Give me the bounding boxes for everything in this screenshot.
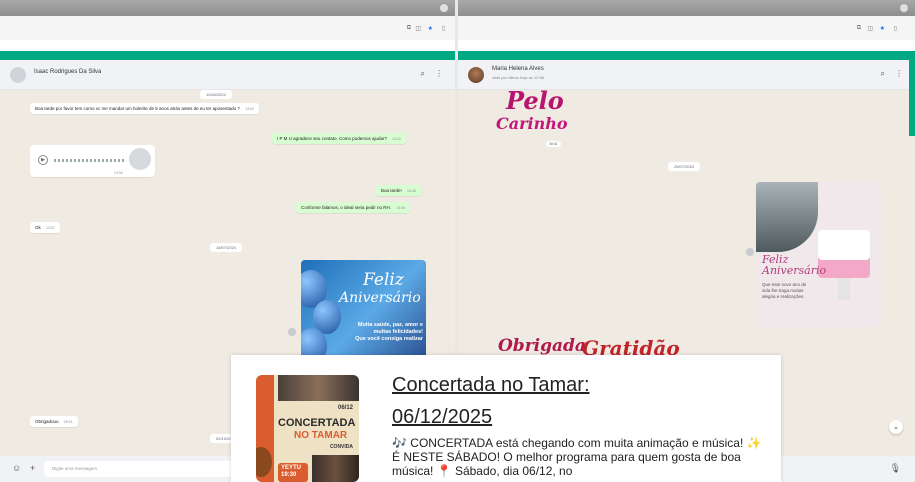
date-chip: 25/07/2024: [668, 162, 701, 171]
link-preview-popup[interactable]: 06/12 CONCERTADA NO TAMAR CONVIDA YEYTU …: [231, 355, 781, 482]
share-icon[interactable]: ⧉: [857, 25, 861, 32]
popup-description: 🎶 CONCERTADA está chegando com muita ani…: [392, 436, 762, 478]
kebab-menu-icon[interactable]: ⋮: [895, 69, 903, 78]
mic-icon[interactable]: 🎙: [890, 463, 901, 474]
sticker-text: Obrigada: [498, 336, 586, 356]
left-accent-bar: [0, 51, 455, 60]
message-time: 13:57: [46, 226, 55, 230]
band-photo: [312, 455, 359, 482]
sidepanel-icon[interactable]: ▯: [442, 25, 445, 32]
image-subtitle: Aniversário: [339, 290, 421, 306]
popup-title[interactable]: Concertada no Tamar: 06/12/2025: [392, 369, 590, 433]
bookmark-star-icon[interactable]: ★: [880, 25, 885, 32]
message-time: 13:02: [245, 107, 254, 111]
message-time: 13:02: [392, 137, 402, 141]
plus-icon[interactable]: +: [30, 463, 35, 473]
message-out[interactable]: Conforme falamos, o ideal seria pedir no…: [296, 202, 411, 213]
message-text: Ok: [35, 225, 41, 230]
message-out[interactable]: Boa tarde! 13:45: [376, 185, 421, 196]
poster-photo: [278, 375, 359, 401]
sender-avatar: [129, 148, 151, 170]
right-toolbar: ⧉ ◫ ★ ▯: [458, 16, 915, 40]
emoji-icon[interactable]: ☺: [12, 463, 21, 473]
event-poster[interactable]: 06/12 CONCERTADA NO TAMAR CONVIDA YEYTU …: [256, 375, 359, 482]
message-text: Boa tarde por favor tem como vc me manda…: [35, 106, 240, 111]
right-titlebar: [458, 0, 915, 16]
sticker-text: Pelo: [506, 86, 564, 115]
date-chip: 16/07/2024: [210, 243, 243, 252]
message-time: 13:45: [396, 206, 406, 210]
contact-avatar[interactable]: [468, 67, 484, 83]
message-in[interactable]: Boa tarde por favor tem como vc me manda…: [30, 103, 259, 114]
birthday-image[interactable]: Feliz Aniversário Muita saúde, paz, amor…: [301, 260, 426, 360]
poster-band: YEYTU 19:30: [278, 463, 308, 482]
message-in[interactable]: Obrigadouu 09:21: [30, 416, 78, 427]
date-chip: 11/06/2024: [200, 90, 232, 99]
left-toolbar: ⧉ ◫ ★ ▯: [0, 16, 455, 40]
window-control-icon[interactable]: [899, 3, 909, 13]
poster-title: CONCERTADA: [278, 417, 356, 429]
message-text: I P M U agradece seu contato. Como podem…: [277, 136, 387, 141]
extension-icon[interactable]: ◫: [415, 25, 421, 32]
poster-invite: CONVIDA: [329, 444, 353, 450]
forward-icon[interactable]: [288, 328, 296, 336]
extension-icon[interactable]: ◫: [867, 25, 873, 32]
message-text: Obrigadouu: [35, 419, 59, 424]
window-control-icon[interactable]: [439, 3, 449, 13]
birthday-cake-image[interactable]: Feliz Aniversário Que este novo ano de v…: [756, 182, 881, 327]
play-icon[interactable]: ▶: [38, 155, 48, 165]
sidepanel-icon[interactable]: ▯: [894, 25, 897, 32]
search-icon[interactable]: ⌕: [421, 69, 425, 79]
image-caption: Muita saúde, paz, amor e muitas felicida…: [355, 322, 423, 342]
message-in[interactable]: Ok 13:57: [30, 222, 60, 233]
search-icon[interactable]: ⌕: [881, 69, 885, 79]
image-title: Feliz: [363, 270, 404, 290]
audio-time: 13:56: [114, 171, 123, 175]
message-text: Conforme falamos, o ideal seria pedir no…: [301, 205, 392, 210]
left-titlebar: [0, 0, 455, 16]
message-text: Boa tarde!: [381, 188, 402, 193]
message-time: 13:45: [407, 189, 416, 193]
share-icon[interactable]: ⧉: [407, 25, 411, 32]
poster-date: 06/12: [337, 405, 353, 411]
forward-icon[interactable]: [746, 248, 754, 256]
contact-name: Maria Helena Alves: [492, 66, 544, 72]
cake-stand-shape: [838, 278, 850, 300]
chevron-down-icon[interactable]: ⌄: [889, 420, 903, 434]
bookmark-star-icon[interactable]: ★: [428, 25, 433, 32]
audio-message[interactable]: ▶ 13:56: [30, 145, 155, 177]
image-title: Feliz Aniversário: [762, 253, 827, 277]
contact-avatar[interactable]: [10, 67, 26, 83]
message-out[interactable]: I P M U agradece seu contato. Como podem…: [272, 133, 407, 144]
sticker-time: 08:41: [546, 141, 561, 147]
poster-subtitle: NO TAMAR: [294, 430, 348, 441]
right-accent-bar: [458, 51, 915, 60]
image-caption: Que este novo ano de vida lhe traga muit…: [762, 282, 807, 299]
contact-status: visto por último hoje às 10:58: [492, 75, 545, 80]
scrollbar[interactable]: [909, 60, 915, 136]
message-time: 09:21: [63, 420, 73, 424]
left-chat-header[interactable]: Isaac Rodrigues Da Silva ⌕ ⋮: [0, 60, 455, 90]
contact-name: Isaac Rodrigues Da Silva: [34, 69, 102, 75]
audio-waveform[interactable]: [54, 159, 124, 162]
sticker-text: Carinho: [496, 114, 568, 133]
kebab-menu-icon[interactable]: ⋮: [435, 69, 443, 78]
house-photo: [756, 182, 818, 252]
